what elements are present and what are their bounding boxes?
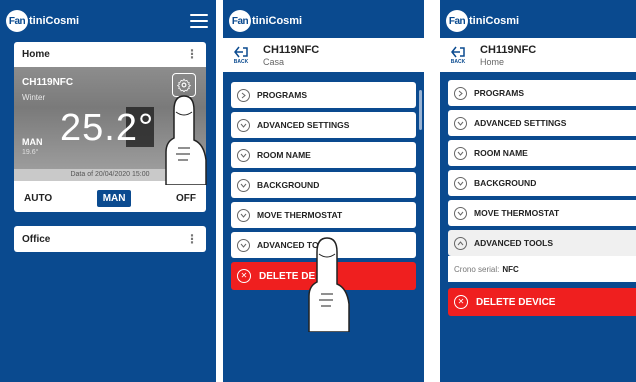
chevron-up-icon	[454, 236, 467, 250]
mode-man-button[interactable]: MAN	[96, 189, 132, 207]
delete-device-button[interactable]: ✕ DELETE DEVICE	[448, 288, 636, 316]
group-card-office[interactable]: Office ⋮	[14, 226, 206, 252]
back-arrow-icon	[234, 46, 248, 57]
mode-selector: AUTO MAN OFF	[14, 186, 206, 210]
serial-label: Crono serial:	[454, 264, 500, 274]
menu-label: ROOM NAME	[474, 148, 528, 158]
setpoint-label: 19.6°	[22, 149, 39, 156]
more-options-icon[interactable]: ⋮	[186, 47, 198, 61]
chevron-down-icon	[454, 206, 467, 220]
device-header: BACK CH119NFC Casa	[223, 38, 424, 72]
menu-label: MOVE THERMOSTAT	[474, 208, 560, 218]
logo-text: tiniCosmi	[29, 15, 80, 27]
logo-badge: Fan	[446, 10, 468, 32]
logo-badge: Fan	[6, 10, 28, 32]
gear-icon[interactable]	[172, 73, 196, 97]
screen-home: Fan tiniCosmi Home ⋮ CH119NFC Winter MAN…	[0, 0, 216, 382]
logo-badge: Fan	[229, 10, 251, 32]
season-label: Winter	[22, 93, 46, 102]
device-location: Casa	[263, 56, 285, 67]
menu-item-move-thermostat[interactable]: MOVE THERMOSTAT	[231, 202, 416, 228]
device-name: CH119NFC	[263, 43, 320, 56]
menu-item-programs[interactable]: PROGRAMS	[448, 80, 636, 106]
menu-label: ADVANCED TOOLS	[474, 238, 554, 248]
menu-item-room-name[interactable]: ROOM NAME	[231, 142, 416, 168]
settings-menu: PROGRAMS ADVANCED SETTINGS ROOM NAME BAC…	[448, 80, 636, 316]
menu-label: ADVANCED TOOLS	[257, 240, 337, 250]
device-info: CH119NFC Casa	[263, 44, 319, 67]
chevron-right-icon	[237, 88, 250, 102]
device-location: Home	[480, 56, 505, 67]
delete-label: DELETE DE	[259, 270, 316, 282]
temperature-readout: 25.2°	[60, 107, 155, 149]
back-arrow-icon	[451, 46, 465, 57]
device-name: CH119NFC	[480, 43, 537, 56]
delete-device-button[interactable]: ✕ DELETE DE	[231, 262, 416, 290]
menu-item-programs[interactable]: PROGRAMS	[231, 82, 416, 108]
group-title: Office	[22, 233, 51, 245]
chevron-right-icon	[454, 86, 467, 100]
menu-item-background[interactable]: BACKGROUND	[448, 170, 636, 196]
close-circle-icon: ✕	[454, 295, 468, 309]
back-button[interactable]: BACK	[444, 46, 472, 65]
menu-item-advanced-tools[interactable]: ADVANCED TOOLS	[448, 230, 636, 256]
back-button[interactable]: BACK	[227, 46, 255, 65]
group-title: Home	[22, 48, 50, 60]
mode-off-button[interactable]: OFF	[176, 193, 196, 204]
last-update-label: Data of 20/04/2020 15:00	[14, 169, 206, 181]
device-info: CH119NFC Home	[480, 44, 536, 67]
more-options-icon[interactable]: ⋮	[186, 232, 198, 246]
chevron-down-icon	[237, 118, 250, 132]
chevron-down-icon	[454, 146, 467, 160]
chevron-down-icon	[237, 178, 250, 192]
serial-value: NFC	[502, 264, 519, 274]
back-label: BACK	[450, 58, 466, 65]
menu-item-room-name[interactable]: ROOM NAME	[448, 140, 636, 166]
menu-item-background[interactable]: BACKGROUND	[231, 172, 416, 198]
mode-label: MAN	[22, 137, 43, 147]
scrollbar[interactable]	[419, 90, 422, 130]
menu-label: PROGRAMS	[257, 90, 308, 100]
device-header: BACK CH119NFC Home	[440, 38, 636, 72]
menu-label: BACKGROUND	[474, 178, 537, 188]
screen-device-menu: Fan tiniCosmi BACK CH119NFC Casa PROGRAM…	[223, 0, 424, 382]
chevron-down-icon	[454, 116, 467, 130]
menu-label: PROGRAMS	[474, 88, 525, 98]
menu-item-advanced-tools[interactable]: ADVANCED TOOLS	[231, 232, 416, 258]
menu-item-move-thermostat[interactable]: MOVE THERMOSTAT	[448, 200, 636, 226]
logo-text: tiniCosmi	[252, 15, 303, 27]
chevron-down-icon	[237, 208, 250, 222]
menu-item-advanced-settings[interactable]: ADVANCED SETTINGS	[231, 112, 416, 138]
group-header: Office ⋮	[14, 226, 206, 252]
chevron-down-icon	[454, 176, 467, 190]
settings-menu: PROGRAMS ADVANCED SETTINGS ROOM NAME BAC…	[231, 82, 416, 290]
menu-label: ADVANCED SETTINGS	[257, 120, 350, 130]
chevron-down-icon	[237, 148, 250, 162]
thermostat-name: CH119NFC	[22, 77, 74, 88]
brand-logo: Fan tiniCosmi	[6, 10, 79, 32]
brand-logo: Fan tiniCosmi	[229, 10, 302, 32]
menu-label: ROOM NAME	[257, 150, 311, 160]
mode-auto-button[interactable]: AUTO	[24, 193, 52, 204]
chevron-down-icon	[237, 238, 250, 252]
menu-item-advanced-settings[interactable]: ADVANCED SETTINGS	[448, 110, 636, 136]
crono-serial-row: Crono serial: NFC	[448, 256, 636, 282]
logo-text: tiniCosmi	[469, 15, 520, 27]
brand-logo: Fan tiniCosmi	[446, 10, 519, 32]
screen-advanced-tools: Fan tiniCosmi BACK CH119NFC Home PROGRAM…	[440, 0, 636, 382]
group-header: Home ⋮	[14, 42, 206, 66]
close-circle-icon: ✕	[237, 269, 251, 283]
menu-label: BACKGROUND	[257, 180, 320, 190]
delete-label: DELETE DEVICE	[476, 296, 556, 308]
app-bar: Fan tiniCosmi	[440, 8, 636, 34]
menu-label: MOVE THERMOSTAT	[257, 210, 343, 220]
group-card-home: Home ⋮ CH119NFC Winter MAN 19.6° 25.2° D…	[14, 42, 206, 212]
app-bar: Fan tiniCosmi	[223, 8, 424, 34]
thermostat-tile[interactable]: CH119NFC Winter MAN 19.6° 25.2°	[14, 67, 206, 169]
app-bar: Fan tiniCosmi	[0, 8, 216, 34]
back-label: BACK	[233, 58, 249, 65]
menu-label: ADVANCED SETTINGS	[474, 118, 567, 128]
hamburger-icon[interactable]	[190, 14, 208, 28]
